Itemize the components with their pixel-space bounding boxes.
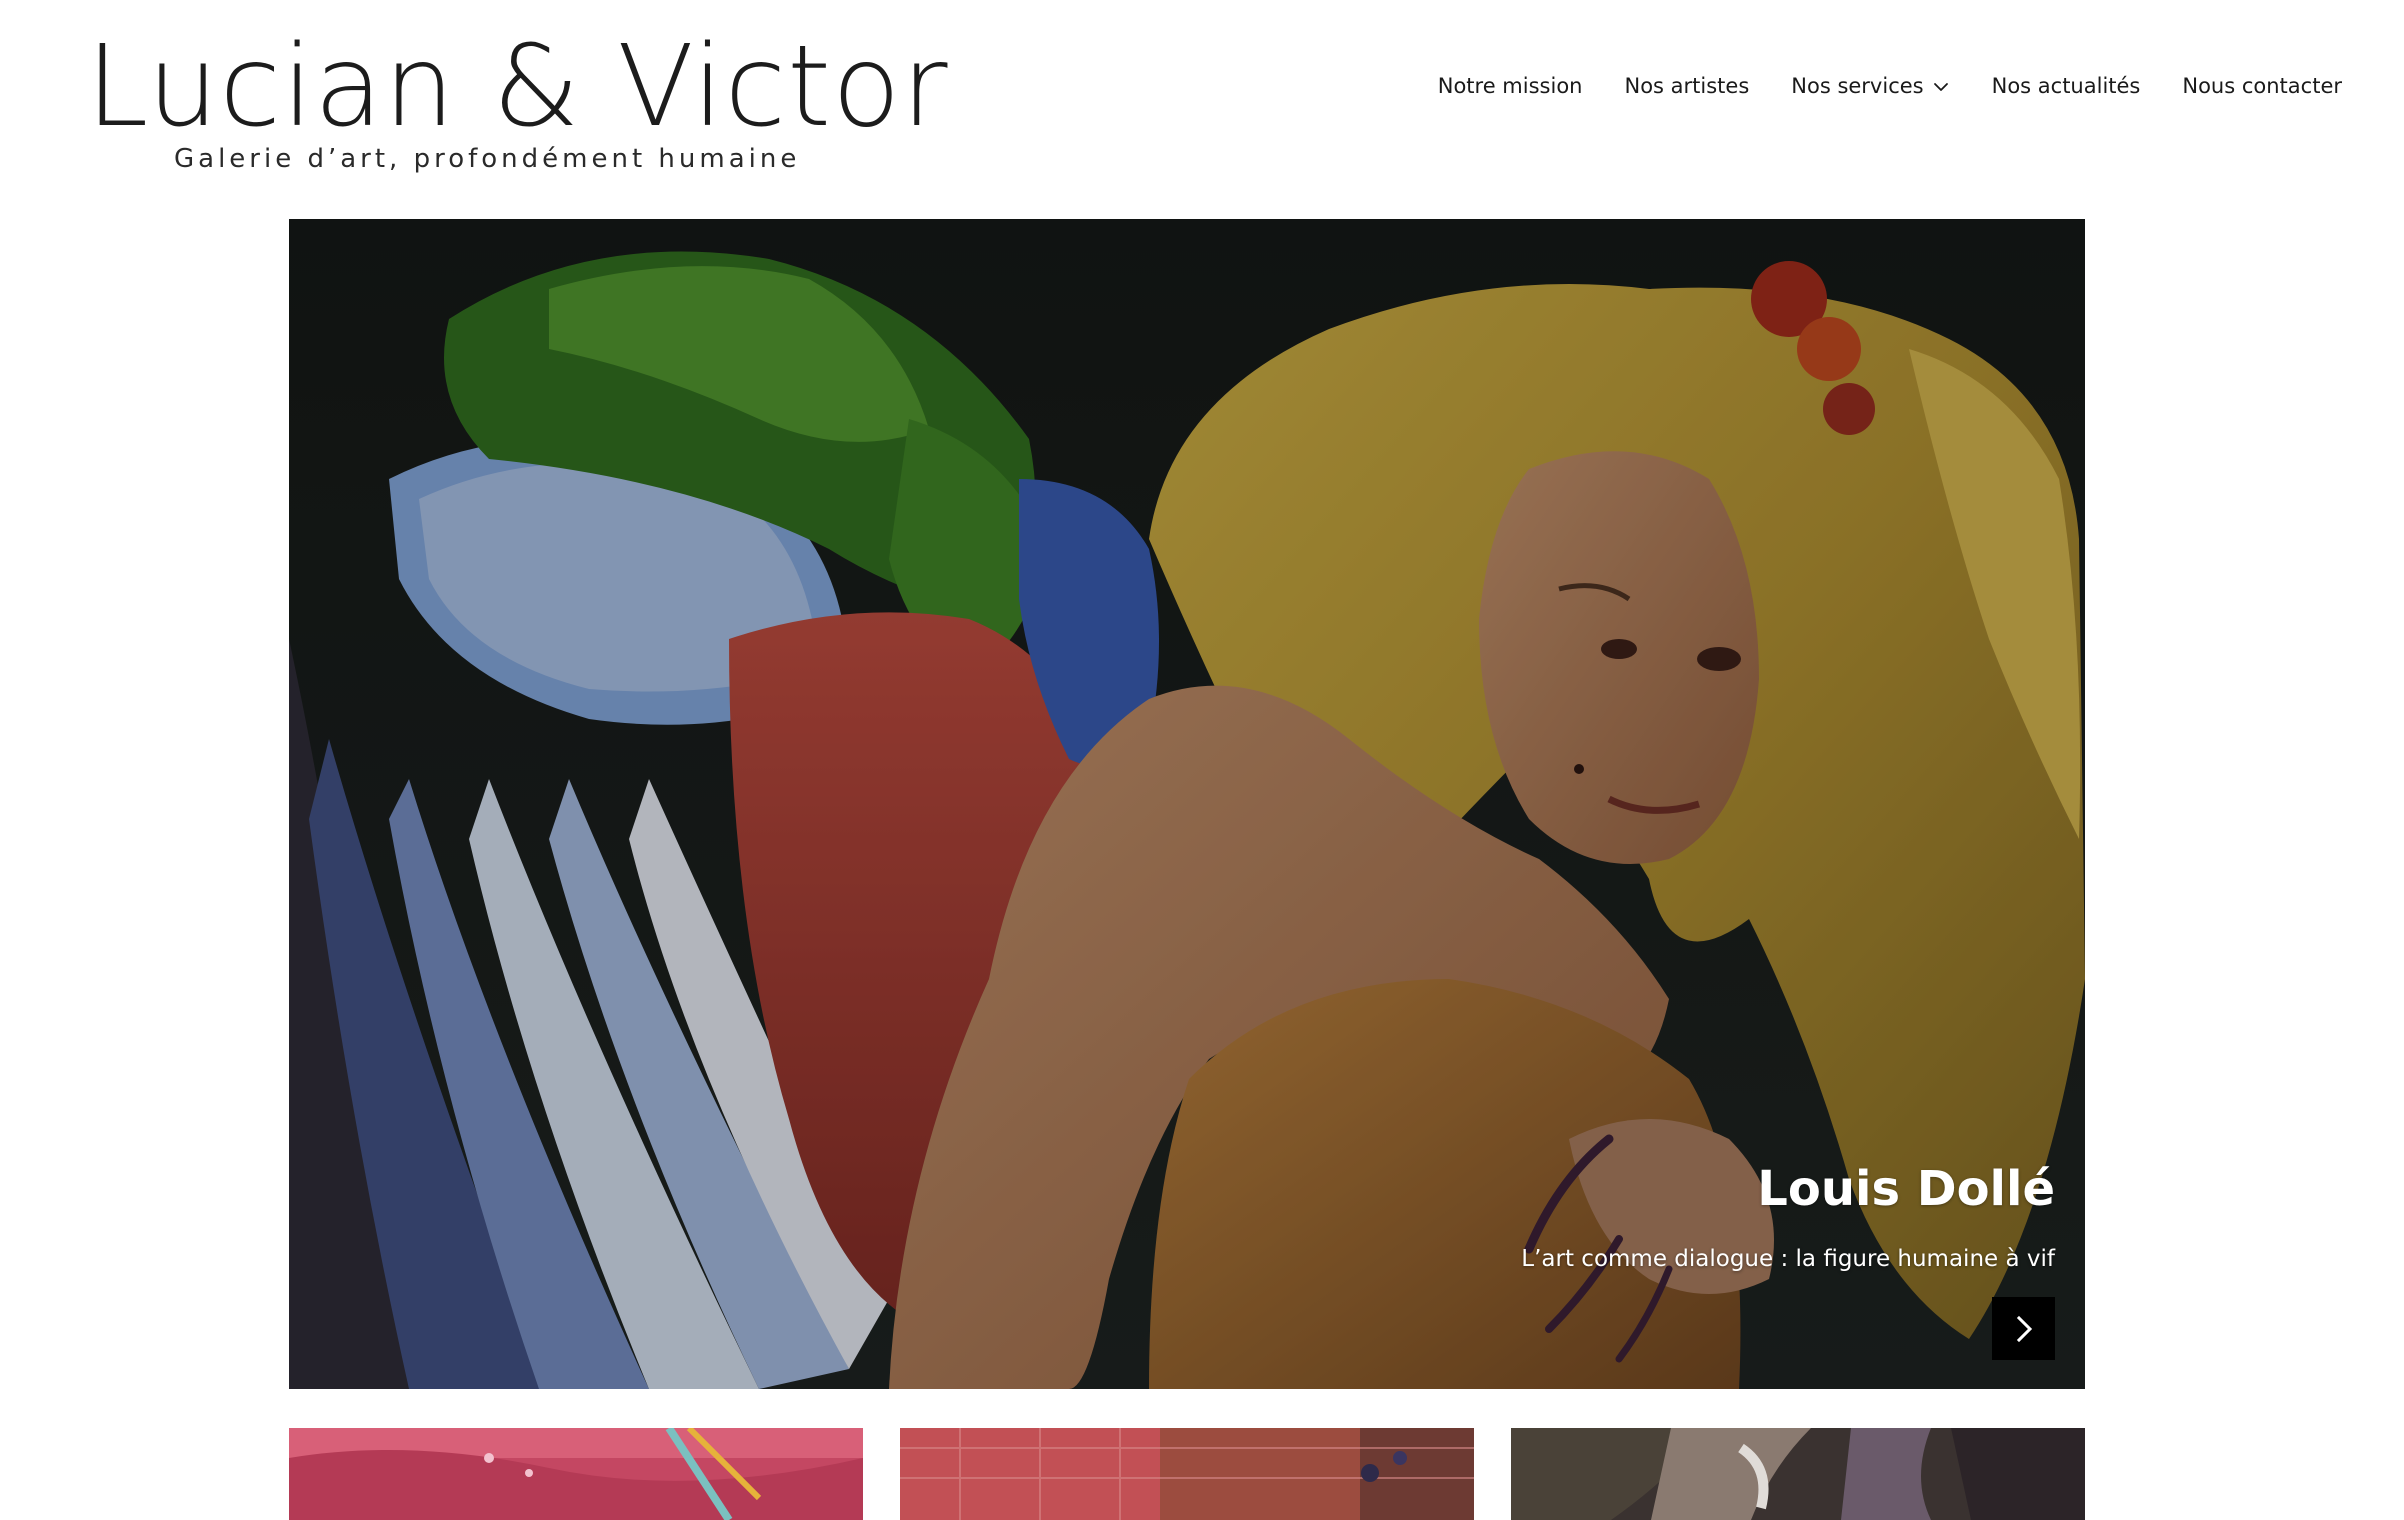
main-navigation: Notre mission Nos artistes Nos services … xyxy=(1396,74,2342,98)
nav-item-label: Nous contacter xyxy=(2182,74,2342,98)
slider-next-button[interactable] xyxy=(1992,1297,2055,1360)
thumbnail-artwork-2[interactable] xyxy=(900,1428,1474,1520)
hero-subtitle: L’art comme dialogue : la figure humaine… xyxy=(1521,1246,2055,1272)
logo-tagline: Galerie d’art, profondément humaine xyxy=(174,144,801,174)
hero-slider: Louis Dollé L’art comme dialogue : la fi… xyxy=(289,219,2085,1389)
thumbnail-artwork-1[interactable] xyxy=(289,1428,863,1520)
nav-item-nos-actualites[interactable]: Nos actualités xyxy=(1992,74,2141,98)
nav-item-notre-mission[interactable]: Notre mission xyxy=(1438,74,1583,98)
site-header: Lucian & Victor Galerie d’art, profondém… xyxy=(0,0,2404,200)
chevron-down-icon xyxy=(1932,77,1950,95)
nav-item-label: Nos actualités xyxy=(1991,74,2141,98)
nav-item-nos-artistes[interactable]: Nos artistes xyxy=(1624,74,1749,98)
logo-title: Lucian & Victor xyxy=(86,22,949,152)
chevron-right-icon xyxy=(2016,1315,2032,1342)
hero-title: Louis Dollé xyxy=(1757,1161,2055,1217)
artwork-thumbnails xyxy=(289,1428,2085,1520)
nav-item-nous-contacter[interactable]: Nous contacter xyxy=(2182,74,2342,98)
nav-item-label: Notre mission xyxy=(1437,74,1583,98)
nav-item-nos-services[interactable]: Nos services xyxy=(1791,74,1949,98)
thumbnail-artwork-3[interactable] xyxy=(1511,1428,2085,1520)
nav-item-label: Nos services xyxy=(1791,74,1924,98)
site-logo[interactable]: Lucian & Victor Galerie d’art, profondém… xyxy=(86,22,949,174)
nav-item-label: Nos artistes xyxy=(1624,74,1750,98)
